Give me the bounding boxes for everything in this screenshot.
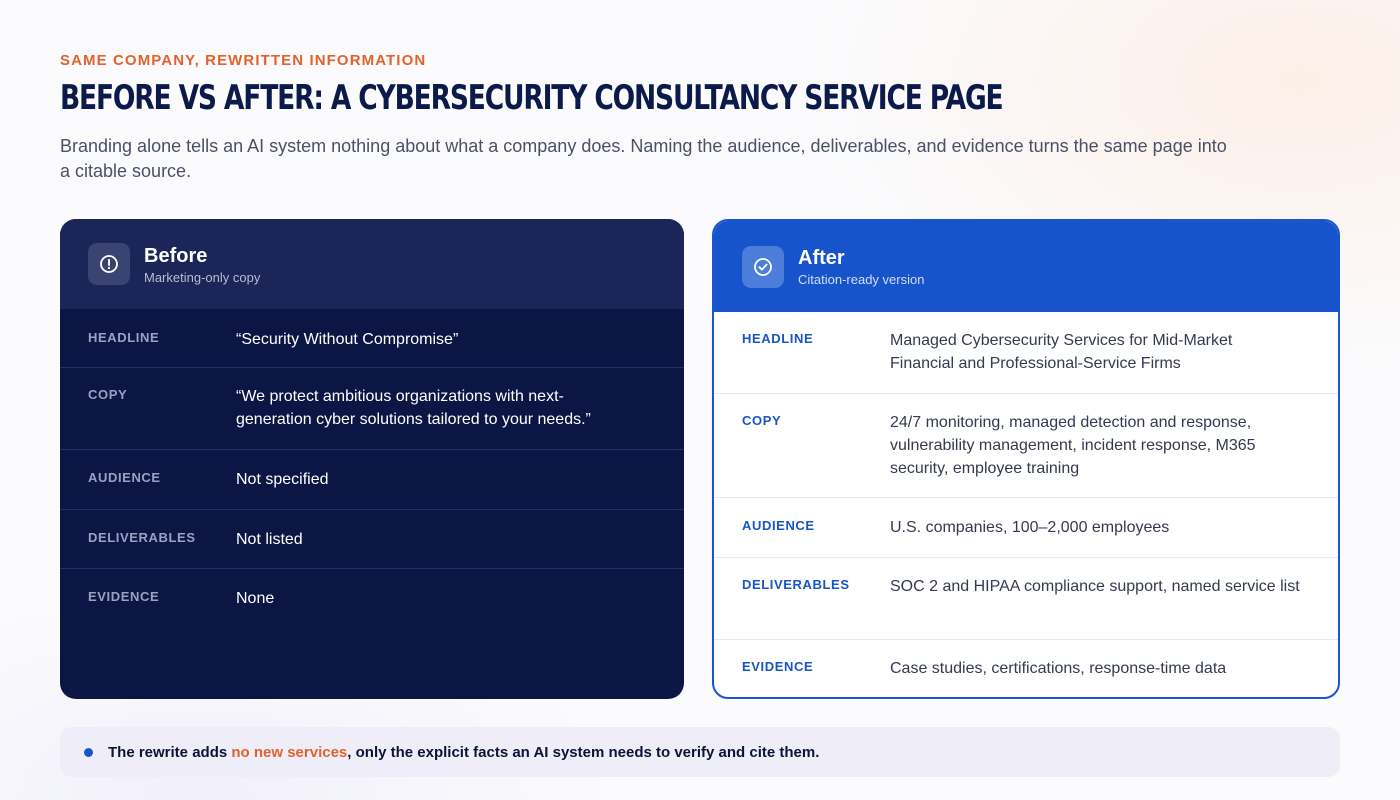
after-row-copy: COPY 24/7 monitoring, managed detection …	[714, 394, 1338, 498]
before-row-audience: AUDIENCE Not specified	[60, 450, 684, 510]
before-rows: HEADLINE “Security Without Compromise” C…	[60, 309, 684, 628]
row-value: None	[236, 590, 275, 607]
row-label: HEADLINE	[742, 331, 814, 346]
row-label: AUDIENCE	[742, 518, 815, 533]
after-row-deliverables: DELIVERABLES SOC 2 and HIPAA compliance …	[714, 558, 1338, 640]
row-label: COPY	[742, 413, 782, 428]
before-row-headline: HEADLINE “Security Without Compromise”	[60, 309, 684, 368]
row-label: EVIDENCE	[88, 589, 160, 604]
before-card: Before Marketing-only copy HEADLINE “Sec…	[60, 219, 684, 699]
before-card-header: Before Marketing-only copy	[60, 219, 684, 309]
after-rows: HEADLINE Managed Cybersecurity Services …	[714, 312, 1338, 697]
before-title: Before	[144, 244, 208, 267]
row-label: DELIVERABLES	[88, 530, 196, 545]
page-title: BEFORE VS AFTER: A CYBERSECURITY CONSULT…	[60, 78, 1004, 118]
footer-suffix: , only the explicit facts an AI system n…	[347, 743, 820, 761]
after-card-header: After Citation-ready version	[714, 221, 1338, 312]
eyebrow-label: SAME COMPANY, REWRITTEN INFORMATION	[60, 52, 427, 69]
page-subtitle: Branding alone tells an AI system nothin…	[60, 136, 1227, 181]
row-label: EVIDENCE	[742, 659, 814, 674]
row-value: SOC 2 and HIPAA compliance support, name…	[890, 578, 1300, 595]
before-row-copy: COPY “We protect ambitious organizations…	[60, 368, 684, 450]
row-label: COPY	[88, 387, 128, 402]
before-row-deliverables: DELIVERABLES Not listed	[60, 510, 684, 569]
footer-highlight: no new services	[231, 743, 348, 761]
row-label: HEADLINE	[88, 330, 160, 345]
after-row-audience: AUDIENCE U.S. companies, 100–2,000 emplo…	[714, 498, 1338, 558]
after-title: After	[798, 247, 845, 269]
row-value: “Security Without Compromise”	[236, 331, 459, 348]
after-row-headline: HEADLINE Managed Cybersecurity Services …	[714, 312, 1338, 394]
after-subtitle: Citation-ready version	[798, 272, 925, 287]
row-value: U.S. companies, 100–2,000 employees	[890, 519, 1170, 536]
row-value: “We protect ambitious organizations with…	[236, 388, 591, 428]
alert-circle-icon	[88, 243, 130, 285]
footer-note: The rewrite adds no new services, only t…	[60, 727, 1340, 777]
before-row-evidence: EVIDENCE None	[60, 569, 684, 628]
row-value: Managed Cybersecurity Services for Mid-M…	[890, 332, 1233, 372]
row-value: Not listed	[236, 531, 303, 548]
after-card: After Citation-ready version HEADLINE Ma…	[712, 219, 1340, 699]
row-label: DELIVERABLES	[742, 577, 850, 592]
row-value: Case studies, certifications, response-t…	[890, 660, 1227, 677]
footer-text: The rewrite adds no new services, only t…	[108, 744, 819, 761]
before-subtitle: Marketing-only copy	[144, 269, 261, 285]
row-label: AUDIENCE	[88, 470, 161, 485]
check-circle-icon	[742, 245, 784, 288]
footer-prefix: The rewrite adds	[108, 743, 232, 761]
after-row-evidence: EVIDENCE Case studies, certifications, r…	[714, 640, 1338, 697]
bullet-dot-icon	[84, 747, 93, 757]
row-value: 24/7 monitoring, managed detection and r…	[890, 414, 1256, 477]
row-value: Not specified	[236, 471, 329, 488]
